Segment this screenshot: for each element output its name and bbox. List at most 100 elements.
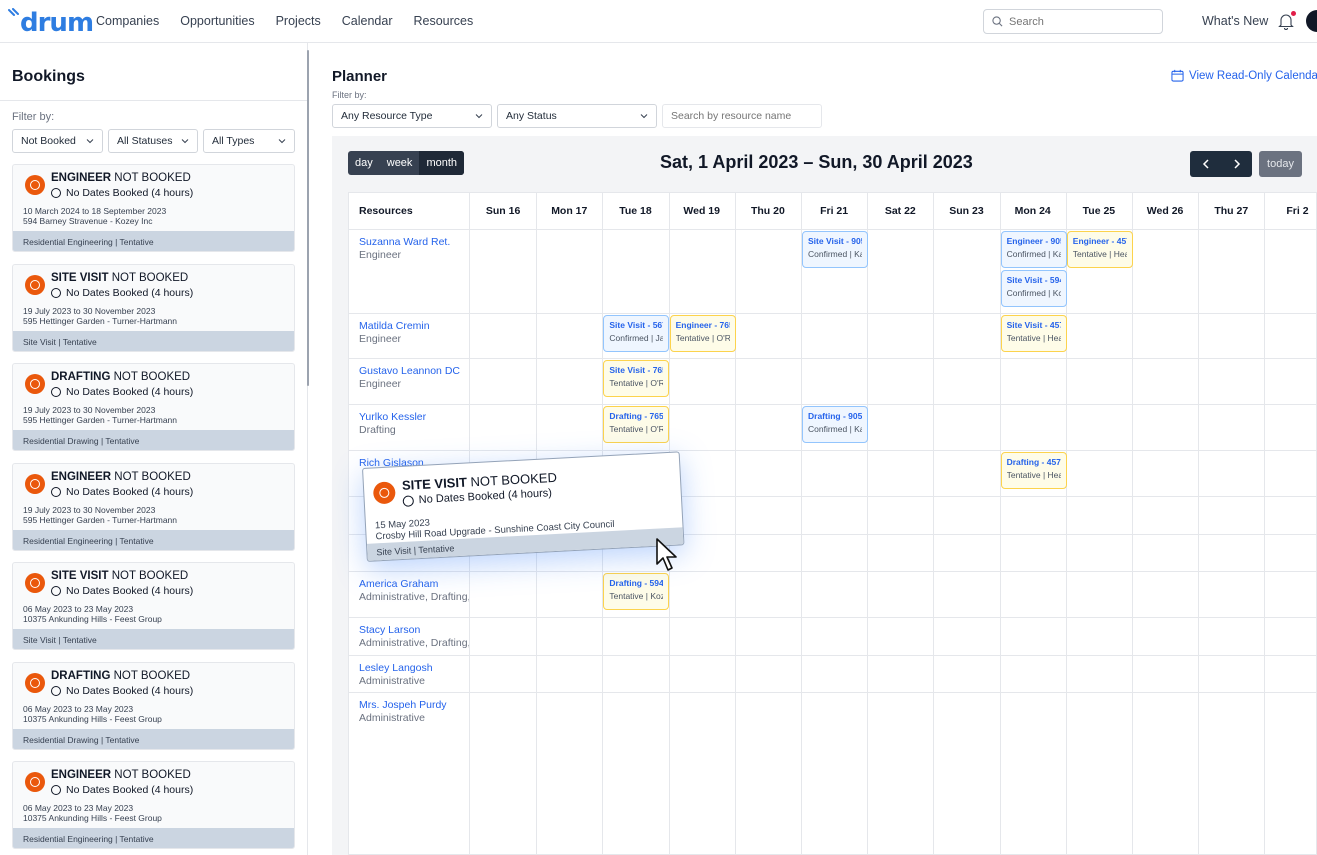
event-title: Drafting - 594 <box>609 578 664 588</box>
event-subtitle: Tentative | Koz <box>609 591 664 601</box>
grid-column-divider <box>1132 193 1133 854</box>
sidebar-scrollbar[interactable] <box>307 50 309 386</box>
booking-address: 10375 Ankunding Hills - Feest Group <box>23 713 162 724</box>
booking-note: No Dates Booked (4 hours) <box>66 485 194 498</box>
calendar-event[interactable]: Engineer - 457 Tentative | Hea <box>1066 231 1133 268</box>
view-read-only-link[interactable]: View Read-Only Calendar <box>1171 69 1317 82</box>
event-subtitle: Tentative | Hea <box>1006 333 1061 343</box>
planner-title: Planner <box>332 68 388 85</box>
booking-card[interactable]: ENGINEER NOT BOOKED No Dates Booked (4 ho… <box>12 761 295 849</box>
event-title: Engineer - 457 <box>1072 236 1127 246</box>
search-input[interactable] <box>1009 15 1149 28</box>
booking-type: SITE VISIT <box>51 570 109 582</box>
view-day-button[interactable]: day <box>348 151 380 175</box>
calendar-event[interactable]: Site Visit - 765 Tentative | O'R <box>603 360 670 397</box>
calendar-event[interactable]: Drafting - 594 Tentative | Koz <box>603 573 670 610</box>
avatar[interactable] <box>1306 10 1317 32</box>
view-week-button[interactable]: week <box>380 151 420 175</box>
booking-address: 595 Hettinger Garden - Turner-Hartmann <box>23 415 178 425</box>
global-search[interactable] <box>983 9 1163 34</box>
day-header: Fri 21 <box>820 205 849 217</box>
chevron-right-icon <box>1233 159 1240 169</box>
calendar-event[interactable]: Site Visit - 457 Tentative | Hea <box>1000 315 1067 352</box>
clock-icon <box>51 188 61 198</box>
booking-card[interactable]: DRAFTING NOT BOOKED No Dates Booked (4 ho… <box>12 363 295 451</box>
alert-icon <box>25 274 45 295</box>
resource-name[interactable]: Stacy Larson <box>359 624 420 636</box>
resource-search[interactable] <box>662 104 822 128</box>
resource-name[interactable]: Gustavo Leannon DC <box>359 365 460 377</box>
booking-card[interactable]: ENGINEER NOT BOOKED No Dates Booked (4 ho… <box>12 164 295 252</box>
view-toggle: day week month <box>348 151 465 175</box>
resource-name[interactable]: Yurlko Kessler <box>359 411 426 423</box>
view-month-button[interactable]: month <box>419 151 465 175</box>
date-nav <box>1190 151 1252 177</box>
event-subtitle: Confirmed | Ka <box>808 424 862 434</box>
next-button[interactable] <box>1221 151 1252 177</box>
booking-footer: Site Visit | Tentative <box>13 330 294 351</box>
calendar-event[interactable]: Drafting - 457 Tentative | Hea <box>1000 452 1067 489</box>
calendar-event[interactable]: Site Visit - 567 Confirmed | Ja <box>603 315 670 352</box>
booking-filter-select[interactable]: Not Booked <box>12 129 103 153</box>
calendar-icon <box>1171 69 1184 82</box>
booking-dates: 19 July 2023 to 30 November 2023 <box>23 305 156 316</box>
calendar-event[interactable]: Engineer - 905 Confirmed | Ka <box>1000 231 1067 268</box>
calendar-event[interactable]: Engineer - 765 Tentative | O'R <box>669 315 736 352</box>
search-icon <box>992 16 1003 27</box>
nav-calendar[interactable]: Calendar <box>342 14 393 28</box>
calendar-event[interactable]: Drafting - 765 Tentative | O'R <box>603 406 670 443</box>
booking-status: NOT BOOKED <box>113 371 191 383</box>
resource-name[interactable]: Mrs. Jospeh Purdy <box>359 699 447 711</box>
booking-note: No Dates Booked (4 hours) <box>66 386 194 398</box>
chevron-down-icon <box>640 114 648 119</box>
clock-icon <box>51 785 61 795</box>
event-title: Site Visit - 594 <box>1006 275 1061 285</box>
resource-name[interactable]: America Graham <box>359 578 438 590</box>
status-select[interactable]: Any Status <box>497 104 657 128</box>
drum-logo[interactable]: drum <box>8 8 94 36</box>
resource-name[interactable]: Lesley Langosh <box>359 662 433 674</box>
today-button[interactable]: today <box>1259 151 1302 177</box>
nav-projects[interactable]: Projects <box>276 14 321 28</box>
alert-icon <box>25 374 45 394</box>
resource-search-input[interactable] <box>663 105 813 127</box>
calendar-event[interactable]: Site Visit - 594 Confirmed | Kc <box>1000 270 1067 307</box>
booking-type: SITE VISIT <box>401 474 468 493</box>
grid-row-divider <box>349 655 1316 656</box>
type-filter-select[interactable]: All Types <box>203 129 295 153</box>
status-filter-select[interactable]: All Statuses <box>108 129 198 153</box>
day-header: Mon 24 <box>1014 205 1051 217</box>
booking-card[interactable]: SITE VISIT NOT BOOKED No Dates Booked (4 … <box>12 263 295 352</box>
alert-icon <box>372 481 396 505</box>
select-value: Any Status <box>506 110 557 122</box>
booking-address: 10375 Ankunding Hills - Feest Group <box>23 614 162 624</box>
grid-row-divider <box>349 692 1316 693</box>
day-header: Fri 2 <box>1286 205 1309 217</box>
booking-card[interactable]: ENGINEER NOT BOOKED No Dates Booked (4 ho… <box>12 462 295 551</box>
calendar-event[interactable]: Drafting - 905 Confirmed | Ka <box>802 406 868 443</box>
nav-opportunities[interactable]: Opportunities <box>180 14 254 28</box>
resource-type: Engineer <box>359 378 402 390</box>
booking-card[interactable]: DRAFTING NOT BOOKED No Dates Booked (4 ho… <box>12 661 295 750</box>
calendar-event[interactable]: Site Visit - 905 Confirmed | Ka <box>802 231 868 268</box>
booking-dates: 10 March 2024 to 18 September 2023 <box>23 206 167 216</box>
booking-address: 594 Barney Stravenue - Kozey Inc <box>23 216 153 226</box>
event-subtitle: Tentative | Hea <box>1072 249 1127 259</box>
prev-button[interactable] <box>1190 151 1221 177</box>
booking-type: SITE VISIT <box>51 271 109 284</box>
dragging-booking-card[interactable]: SITE VISIT NOT BOOKED No Dates Booked (4… <box>362 451 685 562</box>
nav-resources[interactable]: Resources <box>413 14 473 28</box>
day-header: Wed 26 <box>1146 205 1184 217</box>
resource-type-select[interactable]: Any Resource Type <box>332 104 492 128</box>
booking-address: 10375 Ankunding Hills - Feest Group <box>23 813 162 823</box>
resource-name[interactable]: Matilda Cremin <box>359 320 430 332</box>
whats-new-link[interactable]: What's New <box>1202 14 1268 28</box>
grid-column-divider <box>867 193 869 854</box>
grid-column-divider <box>933 193 935 854</box>
booking-card[interactable]: SITE VISIT NOT BOOKED No Dates Booked (4 … <box>12 562 295 650</box>
event-title: Site Visit - 567 <box>609 320 664 330</box>
nav-companies[interactable]: Companies <box>96 14 159 28</box>
chevron-down-icon <box>181 139 189 144</box>
resource-name[interactable]: Suzanna Ward Ret. <box>359 236 450 248</box>
event-subtitle: Tentative | O'R <box>675 333 730 343</box>
